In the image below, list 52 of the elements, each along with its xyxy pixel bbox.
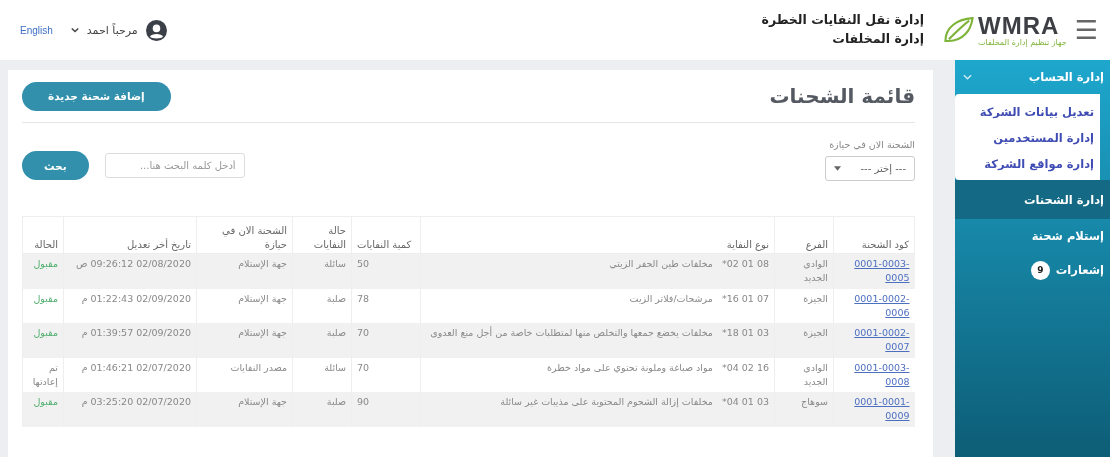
- language-link[interactable]: English: [20, 24, 53, 36]
- status-cell: مقبول: [22, 323, 64, 358]
- table-cell: سوهاج: [774, 392, 834, 427]
- status-cell: مقبول: [22, 392, 64, 427]
- status-cell: مقبول: [22, 253, 64, 289]
- table-cell: صلبة: [292, 392, 352, 427]
- table-cell: صلبة: [292, 323, 352, 358]
- logo-text: WMRA: [978, 13, 1060, 38]
- column-header: الفرع: [774, 216, 834, 254]
- table-cell: جهة الإستلام: [196, 323, 293, 358]
- app-title: إدارة المخلفات: [831, 30, 924, 48]
- submenu-link[interactable]: إدارة المستخدمين: [955, 125, 1094, 151]
- chevron-down-icon[interactable]: [70, 27, 79, 33]
- sidebar-item[interactable]: إستلام شحنة: [955, 219, 1110, 253]
- shipment-code-link[interactable]: 0001-0001-0009: [833, 392, 915, 427]
- column-header: تاريخ أخر تعديل: [63, 216, 197, 254]
- column-header: كمية النفايات: [351, 216, 421, 254]
- submenu-link[interactable]: إدارة مواقع الشركة: [955, 151, 1094, 177]
- menu-icon[interactable]: ☰: [1074, 17, 1098, 43]
- shipment-code-link[interactable]: 0001-0002-0007: [833, 323, 915, 358]
- shipment-code-link[interactable]: 0001-0003-0005: [833, 253, 915, 289]
- table-cell: جهة الإستلام: [196, 253, 293, 289]
- table-cell: الوادى الجديد: [774, 253, 834, 289]
- table-cell: 02/08/2020 09:26:12 ص: [63, 253, 197, 289]
- column-header: الحالة: [22, 216, 64, 254]
- submenu-link[interactable]: تعديل بيانات الشركة: [955, 99, 1094, 125]
- page-title: قائمة الشحنات: [769, 84, 915, 108]
- table-cell: 02/07/2020 03:25:20 م: [63, 392, 197, 427]
- column-header: كود الشحنة: [833, 216, 915, 254]
- app-title: إدارة نقل النفايات الخطرة: [761, 11, 924, 30]
- table-cell: 50: [351, 253, 421, 289]
- column-header: الشحنة الان في حيازة: [196, 216, 293, 254]
- user-greeting[interactable]: مرحباً احمد: [86, 23, 138, 37]
- column-header: حالة النفايات: [292, 216, 352, 254]
- add-shipment-button[interactable]: إضافة شحنة جديدة: [22, 81, 171, 111]
- column-header: نوع النفاية: [420, 216, 775, 254]
- table-cell: سائلة: [292, 253, 352, 289]
- table-cell: 90: [351, 392, 421, 427]
- table-cell: 02/09/2020 01:39:57 م: [63, 323, 197, 358]
- leaf-logo-icon: [942, 15, 976, 45]
- custody-dropdown[interactable]: --- إختر ---: [825, 156, 915, 181]
- sidebar-item[interactable]: إدارة الحساب: [955, 60, 1110, 94]
- filter-label: الشحنة الان في حيازة: [828, 139, 915, 150]
- table-cell: 70: [351, 323, 421, 358]
- dropdown-arrow-icon: [834, 166, 841, 171]
- notification-badge: 9: [1030, 260, 1050, 280]
- table-cell: الجيزة: [774, 323, 834, 358]
- sidebar-item[interactable]: إدارة الشحنات: [955, 180, 1110, 219]
- logo-tagline: جهاز تنظيم إدارة المخلفات: [978, 37, 1067, 47]
- search-button[interactable]: بحث: [22, 151, 89, 180]
- user-avatar-icon[interactable]: [145, 19, 167, 41]
- table-cell: جهة الإستلام: [196, 392, 293, 427]
